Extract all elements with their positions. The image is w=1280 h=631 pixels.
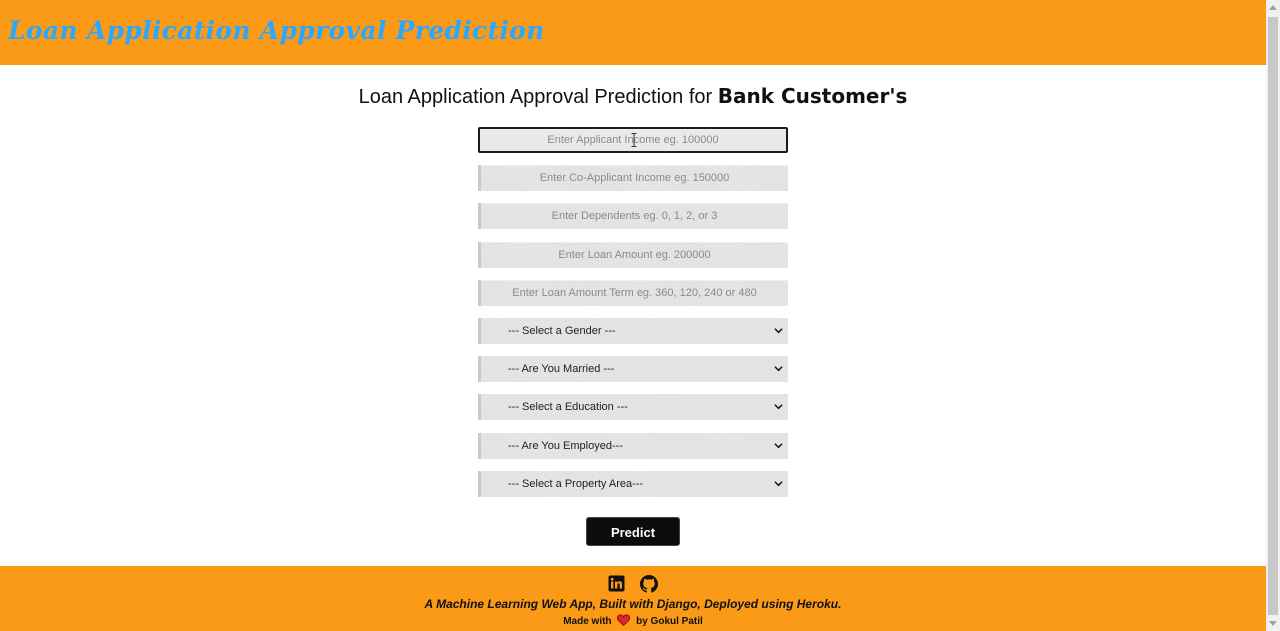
scroll-down-icon[interactable] (1269, 621, 1277, 626)
page-title-bold: Bank Customer's (717, 84, 908, 108)
prediction-form: --- Select a Gender --- --- Are You Marr… (478, 127, 788, 509)
predict-button[interactable]: Predict (586, 517, 680, 546)
made-with-label: Made with (563, 616, 612, 627)
gender-select-value: --- Select a Gender --- (508, 324, 616, 337)
dependents-input[interactable] (478, 203, 788, 230)
author-label: by Gokul Patil (636, 616, 703, 627)
loan-amount-term-input[interactable] (478, 279, 788, 306)
chevron-down-icon (774, 480, 783, 487)
education-select-value: --- Select a Education --- (508, 401, 628, 414)
property-area-select[interactable]: --- Select a Property Area--- (478, 470, 788, 497)
heart-icon (617, 614, 631, 626)
chevron-down-icon (774, 328, 783, 334)
education-select[interactable]: --- Select a Education --- (478, 394, 788, 421)
linkedin-icon[interactable] (608, 575, 625, 597)
employed-select-value: --- Are You Employed--- (508, 439, 623, 452)
coapplicant-income-input[interactable] (478, 165, 788, 192)
footer-tagline: A Machine Learning Web App, Built with D… (424, 597, 842, 611)
brand-title[interactable]: Loan Application Approval Prediction (8, 16, 545, 45)
chevron-down-icon (774, 442, 783, 448)
scroll-up-icon[interactable] (1269, 5, 1277, 10)
chevron-down-icon (774, 366, 783, 372)
github-icon[interactable] (640, 575, 658, 598)
footer: A Machine Learning Web App, Built with D… (0, 566, 1266, 631)
footer-credits: Made with by Gokul Patil (0, 614, 1266, 627)
scrollbar-thumb[interactable] (1268, 17, 1278, 615)
page: Loan Application Approval Prediction Loa… (0, 0, 1280, 631)
text-cursor-icon (631, 133, 637, 147)
vertical-scrollbar[interactable] (1266, 0, 1280, 631)
property-area-select-value: --- Select a Property Area--- (508, 477, 644, 490)
page-title-prefix: Loan Application Approval Prediction for (358, 86, 718, 108)
married-select-value: --- Are You Married --- (508, 363, 615, 376)
employed-select[interactable]: --- Are You Employed--- (478, 432, 788, 459)
loan-amount-input[interactable] (478, 241, 788, 268)
header-bar: Loan Application Approval Prediction (0, 0, 1266, 65)
page-title: Loan Application Approval Prediction for… (0, 84, 1266, 109)
chevron-down-icon (774, 404, 783, 410)
married-select[interactable]: --- Are You Married --- (478, 356, 788, 383)
gender-select[interactable]: --- Select a Gender --- (478, 317, 788, 344)
